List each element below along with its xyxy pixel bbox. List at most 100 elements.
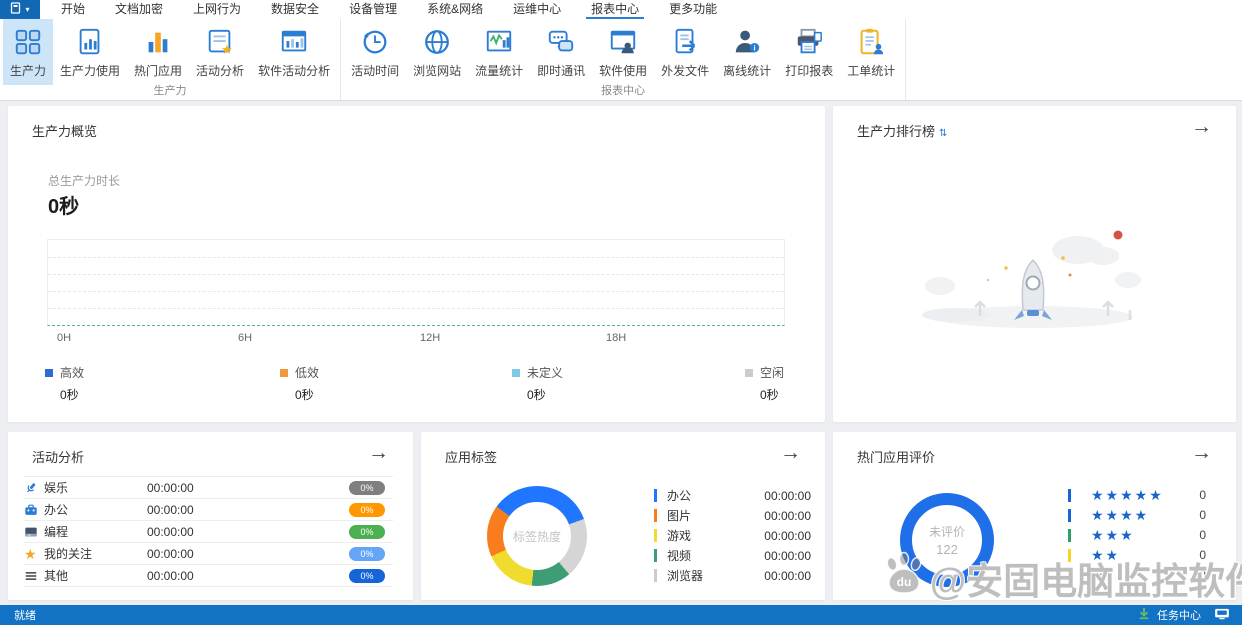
ribbon-button-hot-apps[interactable]: 热门应用	[127, 19, 189, 85]
star-icon: ★	[24, 545, 37, 562]
legend-item-idle: 空闲 0秒	[745, 364, 784, 403]
tab-start[interactable]: 开始	[46, 0, 100, 19]
legend-tick	[654, 489, 657, 502]
productivity-ranking-panel: 生产力排行榜 ⇅ →	[833, 106, 1236, 422]
activity-time: 00:00:00	[147, 502, 194, 517]
monitor-icon[interactable]	[1214, 608, 1230, 623]
activity-time: 00:00:00	[147, 546, 194, 561]
legend-value: 0秒	[295, 388, 314, 402]
tab-data-security[interactable]: 数据安全	[256, 0, 334, 19]
x-tick: 6H	[238, 332, 253, 344]
hot-app-rating-panel: 热门应用评价 → 未评价 122 ★★★★★ 0 ★★★★ 0 ★★★ 0 ★★…	[833, 432, 1236, 600]
activity-row-entertainment[interactable]: 娱乐 00:00:00 0%	[24, 477, 393, 499]
ribbon-button-instant-messaging[interactable]: 即时通讯	[530, 19, 592, 85]
panel-title: 生产力排行榜 ⇅	[857, 121, 947, 140]
productivity-area-chart	[47, 239, 785, 326]
panel-arrow-link[interactable]: →	[780, 440, 801, 465]
legend-value: 0秒	[760, 388, 779, 402]
tag-value: 00:00:00	[764, 568, 811, 583]
app-menu-button[interactable]: ▾	[0, 0, 40, 19]
rating-row-4-star: ★★★★ 0	[1068, 507, 1206, 523]
tab-doc-encryption[interactable]: 文档加密	[100, 0, 178, 19]
tab-report-center[interactable]: 报表中心	[576, 0, 654, 19]
ribbon-group-label: 报表中心	[601, 85, 646, 97]
legend-tick	[654, 529, 657, 542]
tag-label: 视频	[667, 549, 692, 563]
ribbon-button-label: 浏览网站	[413, 64, 462, 78]
x-tick: 18H	[606, 332, 627, 344]
tab-more-features[interactable]: 更多功能	[654, 0, 732, 19]
activity-label: 娱乐	[44, 481, 69, 495]
ribbon-button-productivity[interactable]: 生产力	[3, 19, 54, 85]
ribbon: 生产力 生产力使用 热门应用 ★ 活动分析 软件活动分析 生产力 活动时间 浏览…	[0, 19, 1242, 101]
legend-color-swatch	[512, 368, 520, 377]
star-rating: ★	[1091, 567, 1106, 583]
doc-arrow-icon	[670, 24, 700, 60]
ribbon-button-label: 活动时间	[351, 64, 400, 78]
ribbon-button-print-reports[interactable]: 打印报表	[778, 19, 840, 85]
microphone-icon	[24, 481, 44, 495]
legend-item-efficient: 高效 0秒	[45, 364, 84, 403]
activity-label: 其他	[44, 569, 69, 583]
ribbon-button-offline-stats[interactable]: i 离线统计	[716, 19, 778, 85]
menu-bar: ▾ 开始 文档加密 上网行为 数据安全 设备管理 系统&网络 运维中心 报表中心…	[0, 0, 1242, 19]
sort-icon[interactable]: ⇅	[939, 128, 947, 139]
doc-star-icon: ★	[205, 24, 235, 60]
ribbon-button-label: 活动分析	[196, 64, 245, 78]
tab-system-network[interactable]: 系统&网络	[412, 0, 498, 19]
panel-arrow-link[interactable]: →	[1191, 114, 1212, 139]
panel-title: 活动分析	[32, 450, 85, 465]
ribbon-button-label: 工单统计	[847, 64, 896, 78]
activity-row-my-focus[interactable]: ★ 我的关注 00:00:00 0%	[24, 543, 393, 565]
ribbon-button-label: 即时通讯	[537, 64, 586, 78]
panel-title: 应用标签	[445, 450, 498, 465]
ribbon-button-outgoing-files[interactable]: 外发文件	[654, 19, 716, 85]
panel-arrow-link[interactable]: →	[1191, 440, 1212, 465]
legend-value: 0秒	[60, 388, 79, 402]
activity-row-office[interactable]: 办公 00:00:00 0%	[24, 499, 393, 521]
unrated-donut-chart: 未评价 122	[900, 493, 994, 587]
legend-item-inefficient: 低效 0秒	[280, 364, 319, 403]
rating-row-1-star: ★ 0	[1068, 567, 1206, 583]
ribbon-group-label: 生产力	[153, 85, 187, 97]
tab-web-behavior[interactable]: 上网行为	[178, 0, 256, 19]
legend-tick	[1068, 568, 1071, 582]
ribbon-button-activity-analysis[interactable]: ★ 活动分析	[189, 19, 251, 85]
total-productivity-label: 总生产力时长	[48, 174, 121, 188]
ribbon-button-traffic-stats[interactable]: 流量统计	[468, 19, 530, 85]
tag-row-game: 游戏 00:00:00	[654, 528, 811, 543]
svg-text:c#: c#	[28, 533, 31, 537]
ribbon-button-ticket-stats[interactable]: 工单统计	[840, 19, 902, 85]
tag-row-video: 视频 00:00:00	[654, 548, 811, 563]
ribbon-button-activity-time[interactable]: 活动时间	[344, 19, 406, 85]
menu-lines-icon	[24, 569, 44, 583]
activity-row-other[interactable]: 其他 00:00:00 0%	[24, 565, 393, 587]
activity-label: 办公	[44, 503, 69, 517]
ribbon-button-productivity-usage[interactable]: 生产力使用	[53, 19, 127, 85]
rating-count: 0	[1199, 488, 1206, 502]
panel-arrow-link[interactable]: →	[368, 440, 389, 465]
empty-state-illustration	[918, 218, 1148, 338]
tab-ops-center[interactable]: 运维中心	[498, 0, 576, 19]
globe-icon	[422, 24, 452, 60]
legend-tick	[654, 549, 657, 562]
ribbon-button-browse-websites[interactable]: 浏览网站	[406, 19, 468, 85]
rating-row-3-star: ★★★ 0	[1068, 527, 1206, 543]
ribbon-button-label: 生产力使用	[60, 64, 121, 78]
rating-count: 0	[1199, 528, 1206, 542]
legend-color-swatch	[280, 368, 288, 377]
star-rating: ★★★	[1091, 527, 1135, 543]
ribbon-button-label: 热门应用	[134, 64, 183, 78]
activity-time: 00:00:00	[147, 480, 194, 495]
task-center-button[interactable]: 任务中心	[1138, 607, 1230, 624]
tag-row-browser: 浏览器 00:00:00	[654, 568, 811, 583]
tag-label: 图片	[667, 509, 692, 523]
legend-label: 未定义	[527, 366, 564, 380]
ribbon-button-software-activity-analysis[interactable]: 软件活动分析	[251, 19, 337, 85]
tab-device-management[interactable]: 设备管理	[334, 0, 412, 19]
ribbon-button-label: 流量统计	[475, 64, 524, 78]
tag-value: 00:00:00	[764, 508, 811, 523]
activity-row-programming[interactable]: c# 编程 00:00:00 0%	[24, 521, 393, 543]
legend-color-swatch	[45, 368, 53, 377]
ribbon-button-software-usage[interactable]: 软件使用	[592, 19, 654, 85]
